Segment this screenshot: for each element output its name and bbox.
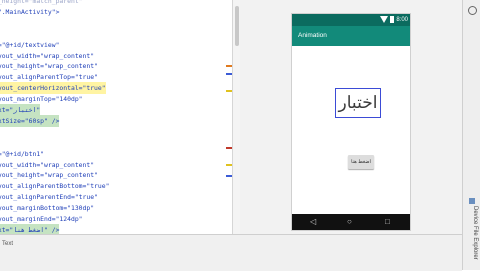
settings-icon[interactable] — [468, 6, 477, 15]
navigation-bar: ◁ ○ □ — [292, 214, 410, 230]
app-bar: Animation — [292, 26, 410, 46]
preview-button[interactable]: اضغط هنا — [348, 155, 374, 169]
recent-apps-icon[interactable]: □ — [385, 216, 390, 228]
code-line[interactable]: android:text="اضغط هنا" /> — [0, 223, 60, 234]
battery-icon — [390, 16, 394, 23]
status-bar: 8:00 — [292, 14, 410, 26]
code-line[interactable]: tools:context=".MainActivity"> — [0, 6, 59, 18]
bottom-panel: Text — [0, 234, 462, 271]
home-icon[interactable]: ○ — [347, 216, 352, 228]
status-time: 8:00 — [396, 17, 408, 23]
device-preview: 8:00 Animation اختبار اضغط هنا ◁ ○ □ — [292, 14, 410, 230]
back-icon[interactable]: ◁ — [310, 216, 316, 228]
scroll-thumb[interactable] — [235, 6, 239, 46]
device-file-explorer-label: Device File Explorer — [472, 206, 478, 260]
code-editor[interactable]: android:layout_height="match_parent"tool… — [0, 0, 232, 234]
preview-textview[interactable]: اختبار — [335, 88, 381, 118]
file-explorer-icon — [469, 198, 475, 204]
app-title: Animation — [298, 32, 327, 39]
tool-window-sidebar: Device File Explorer — [462, 0, 480, 270]
code-line[interactable]: android:textSize="60sp" /> — [0, 114, 60, 127]
text-tab[interactable]: Text — [2, 240, 13, 248]
device-file-explorer-tab[interactable]: Device File Explorer — [465, 198, 479, 260]
wifi-icon — [380, 16, 388, 23]
